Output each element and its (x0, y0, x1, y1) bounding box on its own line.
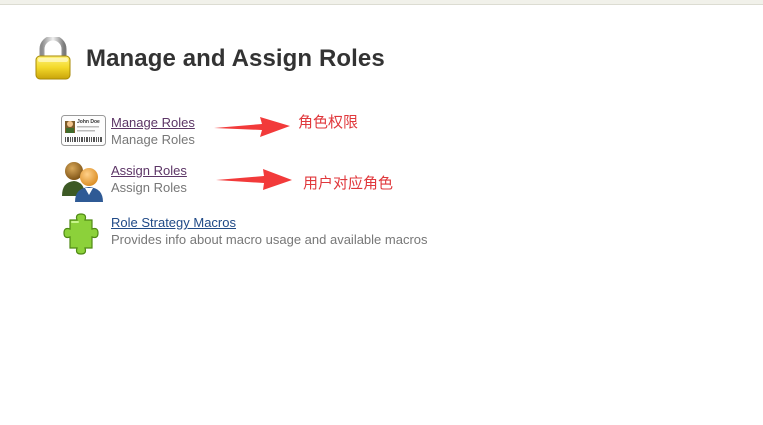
assign-roles-link[interactable]: Assign Roles (111, 163, 187, 179)
annotation-user-roles: 用户对应角色 (303, 174, 394, 192)
page-header: Manage and Assign Roles (33, 37, 385, 81)
annotation-role-permissions: 角色权限 (298, 113, 359, 131)
id-card-icon: John Doe (61, 115, 106, 146)
assign-roles-description: Assign Roles (111, 180, 187, 195)
top-border (0, 0, 763, 5)
role-strategy-macros-description: Provides info about macro usage and avai… (111, 232, 428, 247)
page-title: Manage and Assign Roles (86, 45, 385, 72)
annotation-arrow-2 (216, 169, 292, 190)
assign-roles-item: Assign Roles Assign Roles (60, 160, 187, 204)
role-strategy-macros-text: Role Strategy Macros Provides info about… (111, 212, 428, 249)
role-strategy-macros-link[interactable]: Role Strategy Macros (111, 215, 428, 231)
id-card-name: John Doe (77, 119, 100, 125)
assign-roles-text: Assign Roles Assign Roles (111, 160, 187, 197)
lock-icon (35, 37, 71, 80)
manage-roles-description: Manage Roles (111, 132, 195, 147)
role-strategy-macros-item: Role Strategy Macros Provides info about… (60, 212, 428, 256)
manage-roles-item: John Doe Manage Roles Manage Roles (60, 112, 195, 156)
users-icon (62, 162, 103, 202)
puzzle-piece-icon (63, 213, 99, 255)
manage-roles-link[interactable]: Manage Roles (111, 115, 195, 131)
annotation-arrow-1 (214, 117, 290, 137)
manage-roles-text: Manage Roles Manage Roles (111, 112, 195, 149)
